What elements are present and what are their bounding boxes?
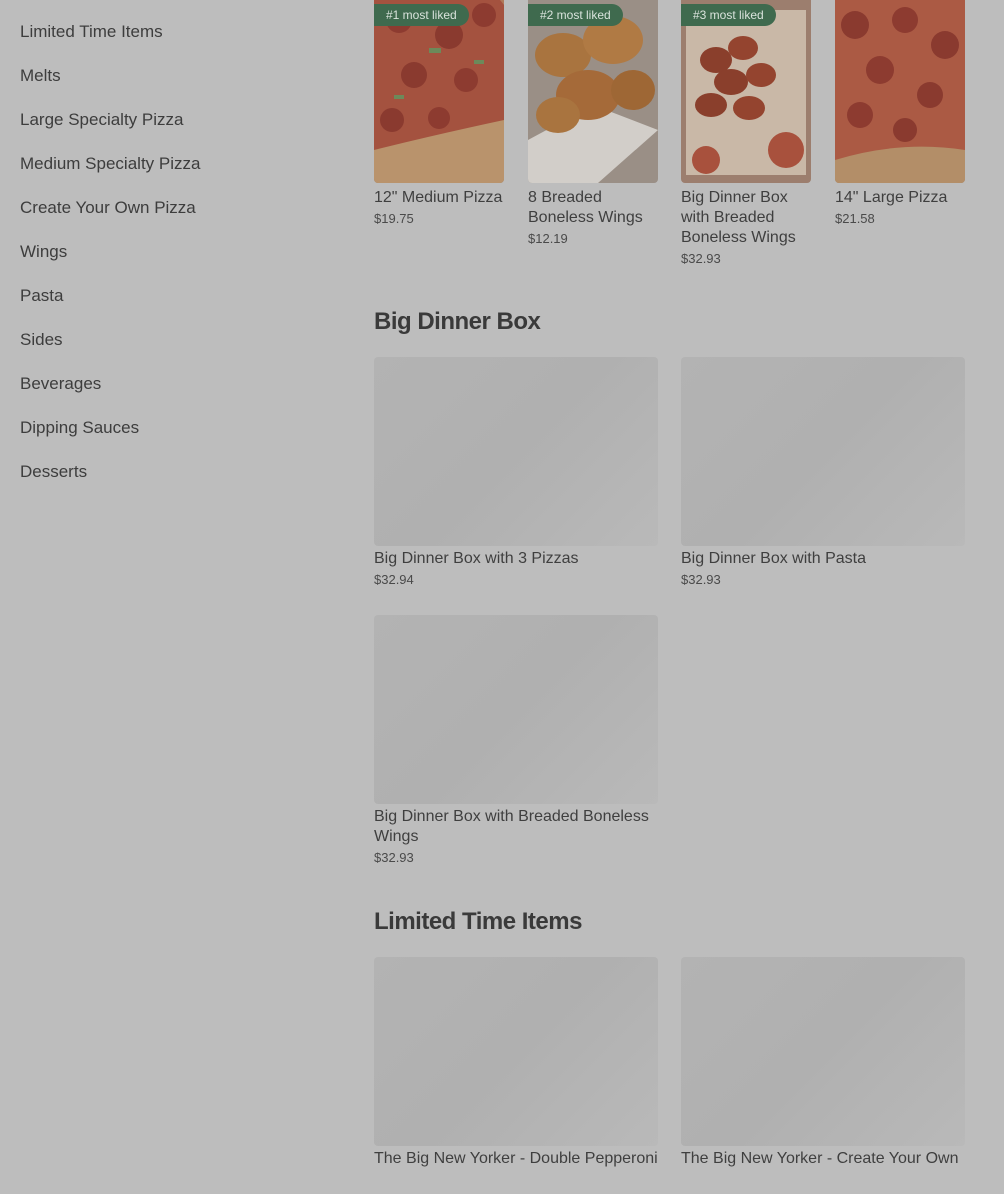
item-name: The Big New Yorker - Double Pepperoni xyxy=(374,1150,658,1167)
menu-item-card[interactable]: Big Dinner Box with Pasta $32.93 xyxy=(681,357,965,587)
menu-item-card[interactable]: Big Dinner Box with Breaded Boneless Win… xyxy=(374,615,658,865)
item-name: 8 Breaded Boneless Wings xyxy=(528,189,643,226)
sidebar-item-pasta[interactable]: Pasta xyxy=(20,286,320,330)
item-image-placeholder xyxy=(681,357,965,546)
sidebar-item-medium-specialty-pizza[interactable]: Medium Specialty Pizza xyxy=(20,154,320,198)
item-price: $32.93 xyxy=(681,251,721,266)
popular-item-card[interactable]: #2 most liked 8 Breaded Boneless Wings $… xyxy=(528,0,658,246)
sidebar-item-melts[interactable]: Melts xyxy=(20,66,320,110)
most-liked-carousel: #1 most liked 12" Medium Pizza $19.75 #2… xyxy=(374,0,965,270)
sidebar-item-sides[interactable]: Sides xyxy=(20,330,320,374)
item-name: 14" Large Pizza xyxy=(835,189,948,206)
item-image-placeholder xyxy=(374,615,658,804)
item-price: $19.75 xyxy=(374,211,414,226)
item-name: The Big New Yorker - Create Your Own xyxy=(681,1150,959,1167)
sidebar-item-dipping-sauces[interactable]: Dipping Sauces xyxy=(20,418,320,462)
item-price: $12.19 xyxy=(528,231,568,246)
dinner-box-photo: #3 most liked xyxy=(681,0,811,183)
sidebar-item-large-specialty-pizza[interactable]: Large Specialty Pizza xyxy=(20,110,320,154)
popular-item-card[interactable]: #3 most liked Big Dinner Box with Breade… xyxy=(681,0,811,266)
menu-item-card[interactable]: The Big New Yorker - Double Pepperoni xyxy=(374,957,658,1169)
wings-photo: #2 most liked xyxy=(528,0,658,183)
sidebar-item-desserts[interactable]: Desserts xyxy=(20,462,320,506)
item-name: 12" Medium Pizza xyxy=(374,189,503,206)
sidebar-item-limited-time-items[interactable]: Limited Time Items xyxy=(20,22,320,66)
sidebar-item-create-your-own-pizza[interactable]: Create Your Own Pizza xyxy=(20,198,320,242)
popular-item-card[interactable]: #1 most liked 12" Medium Pizza $19.75 xyxy=(374,0,504,226)
popular-item-card[interactable]: 14" Large Pizza $21.58 xyxy=(835,0,965,226)
most-liked-badge: #3 most liked xyxy=(681,4,776,26)
section-title-big-dinner-box: Big Dinner Box xyxy=(374,308,541,335)
item-name: Big Dinner Box with Breaded Boneless Win… xyxy=(681,189,796,246)
menu-item-card[interactable]: Big Dinner Box with 3 Pizzas $32.94 xyxy=(374,357,658,587)
pizza-photo: #1 most liked xyxy=(374,0,504,183)
most-liked-badge: #2 most liked xyxy=(528,4,623,26)
item-image-placeholder xyxy=(681,957,965,1146)
item-price: $32.94 xyxy=(374,572,414,587)
pizza-photo xyxy=(835,0,965,183)
item-name: Big Dinner Box with Breaded Boneless Win… xyxy=(374,808,649,845)
sidebar-item-beverages[interactable]: Beverages xyxy=(20,374,320,418)
category-sidebar: Limited Time Items Melts Large Specialty… xyxy=(20,22,320,506)
item-price: $21.58 xyxy=(835,211,875,226)
item-price: $32.93 xyxy=(374,850,414,865)
item-name: Big Dinner Box with Pasta xyxy=(681,550,866,567)
most-liked-badge: #1 most liked xyxy=(374,4,469,26)
sidebar-item-wings[interactable]: Wings xyxy=(20,242,320,286)
item-image-placeholder xyxy=(374,357,658,546)
item-name: Big Dinner Box with 3 Pizzas xyxy=(374,550,579,567)
item-image-placeholder xyxy=(374,957,658,1146)
menu-item-card[interactable]: The Big New Yorker - Create Your Own xyxy=(681,957,965,1169)
section-title-limited-time-items: Limited Time Items xyxy=(374,908,582,935)
item-price: $32.93 xyxy=(681,572,721,587)
